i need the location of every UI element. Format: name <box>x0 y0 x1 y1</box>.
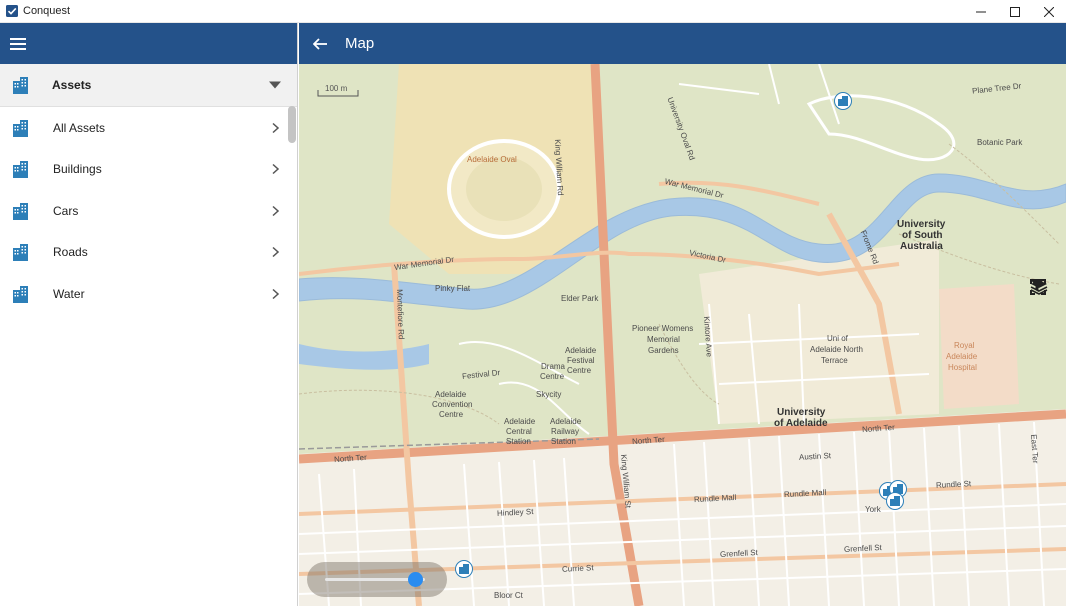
building-icon <box>13 119 28 137</box>
sidebar-item-label: Roads <box>53 245 88 260</box>
sidebar-item-label: Cars <box>53 203 79 218</box>
map-label: Hindley St <box>496 507 534 518</box>
map-label: Adelaide <box>435 390 467 399</box>
map-label: Elder Park <box>561 294 599 303</box>
map-label: Adelaide <box>504 417 536 426</box>
layers-button[interactable] <box>1030 280 1066 349</box>
building-icon <box>13 77 28 94</box>
map-label: Centre <box>540 372 565 381</box>
assets-header-label: Assets <box>52 78 92 92</box>
chevron-right-icon <box>272 288 279 299</box>
map-label: Pinky Flat <box>435 284 471 293</box>
chevron-right-icon <box>272 122 279 133</box>
minimize-icon <box>976 11 986 12</box>
sidebar-item-cars[interactable]: Cars <box>0 190 297 232</box>
map-label: Central <box>506 427 532 436</box>
sidebar-item-label: Buildings <box>53 162 102 177</box>
filter-button[interactable] <box>1030 279 1066 384</box>
slider-handle[interactable] <box>408 572 423 587</box>
map-label: York <box>865 505 881 514</box>
map-title: Map <box>345 35 375 52</box>
window-titlebar: Conquest <box>0 0 1066 23</box>
sidebar-item-label: All Assets <box>53 120 106 135</box>
map-label: University <box>777 407 826 418</box>
maximize-icon <box>1010 6 1020 17</box>
filter-icon <box>1030 279 1044 292</box>
sidebar-item-all-assets[interactable]: All Assets <box>0 107 297 149</box>
map-label: Railway <box>551 427 580 436</box>
map-label: Adelaide <box>946 352 978 361</box>
chevron-right-icon <box>272 205 279 216</box>
app-logo-icon <box>6 5 18 17</box>
hamburger-menu-icon[interactable] <box>10 37 26 50</box>
map-label: University <box>897 219 946 230</box>
building-icon <box>13 161 28 179</box>
sidebar-scrollbar[interactable] <box>288 106 296 143</box>
map-label: Convention <box>432 400 473 409</box>
map-label: Bloor Ct <box>494 591 523 600</box>
sidebar-item-roads[interactable]: Roads <box>0 232 297 274</box>
map-label: Austin St <box>798 451 832 462</box>
map-label: Montefiore Rd <box>395 289 406 340</box>
map-scale-bar: 100 m <box>317 84 359 97</box>
chevron-right-icon <box>272 164 279 175</box>
map-label: Currie St <box>561 563 594 574</box>
map-label: East Ter <box>1029 434 1041 464</box>
map-label: Festival <box>567 356 595 365</box>
map-label: Station <box>506 437 531 446</box>
sidebar-header <box>0 23 297 64</box>
map-toolbar <box>1030 279 1066 384</box>
map-label: Botanic Park <box>977 138 1023 147</box>
maximize-button[interactable] <box>998 0 1032 23</box>
building-marker-icon[interactable] <box>455 560 473 578</box>
map-header: Map <box>299 23 1066 64</box>
close-button[interactable] <box>1032 0 1066 23</box>
map-view[interactable]: 100 m Adelaide Oval Botanic Park Univers… <box>299 64 1066 606</box>
map-label: Drama <box>541 362 566 371</box>
window-title: Conquest <box>23 5 71 17</box>
map-label: Centre <box>567 366 592 375</box>
back-arrow-icon[interactable] <box>313 37 327 50</box>
map-label: Australia <box>900 241 943 252</box>
close-icon <box>1044 6 1054 17</box>
map-label: Hospital <box>948 363 977 372</box>
map-label: Centre <box>439 410 464 419</box>
asset-list: All Assets Buildings Cars Roads Water <box>0 107 297 315</box>
building-icon <box>13 202 28 220</box>
minimize-button[interactable] <box>964 0 998 23</box>
building-marker-icon[interactable] <box>886 492 904 510</box>
sidebar-item-water[interactable]: Water <box>0 273 297 315</box>
sidebar: Assets All Assets Buildings Cars Roads W… <box>0 23 298 606</box>
chevron-down-icon <box>269 81 281 89</box>
sidebar-item-buildings[interactable]: Buildings <box>0 149 297 191</box>
map-label: Terrace <box>821 356 848 365</box>
assets-group-header[interactable]: Assets <box>0 64 297 107</box>
map-label: Adelaide <box>550 417 582 426</box>
map-label: Station <box>551 437 576 446</box>
map-label: Memorial <box>647 335 680 344</box>
building-icon <box>13 285 28 303</box>
map-label: Adelaide North <box>810 345 863 354</box>
map-label: Royal <box>954 341 975 350</box>
map-label: Rundle St <box>935 479 972 490</box>
map-opacity-slider[interactable] <box>307 562 447 597</box>
building-icon <box>13 244 28 262</box>
map-label: Gardens <box>648 346 679 355</box>
chevron-right-icon <box>272 247 279 258</box>
map-label: Pioneer Womens <box>632 324 694 333</box>
map-label: Adelaide Oval <box>467 155 517 164</box>
map-label: Adelaide <box>565 346 597 355</box>
map-label: Uni of <box>827 334 848 343</box>
scale-line <box>317 90 359 97</box>
map-label: Skycity <box>536 390 562 399</box>
map-label: of South <box>902 230 943 241</box>
sidebar-item-label: Water <box>53 286 85 301</box>
map-label: of Adelaide <box>774 418 828 429</box>
building-marker-icon[interactable] <box>834 92 852 110</box>
